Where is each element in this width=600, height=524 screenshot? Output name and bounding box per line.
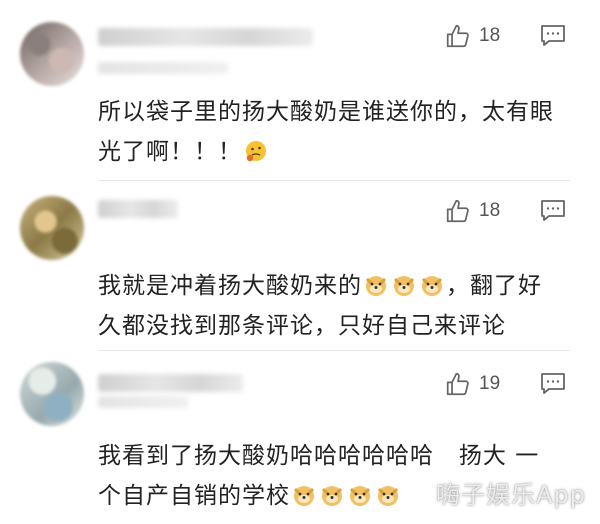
doge-icon — [393, 276, 415, 296]
like-button[interactable]: 19 — [445, 370, 500, 398]
thumbs-up-icon — [446, 199, 469, 223]
avatar[interactable] — [20, 196, 84, 260]
username-blurred[interactable] — [98, 28, 313, 46]
comment-text: 所以袋子里的扬大酸奶是谁送你的，太有眼光了啊！！！ — [98, 92, 568, 172]
like-button[interactable]: 18 — [445, 197, 500, 225]
comment-text: 我就是冲着扬大酸奶来的 ，翻了好 久都没找到那条评论，只好自己来评论 — [98, 266, 568, 346]
like-count: 19 — [479, 373, 501, 394]
doge-icon — [293, 486, 315, 506]
timestamp-blurred — [98, 62, 228, 74]
timestamp-blurred — [98, 396, 188, 408]
divider — [98, 180, 570, 181]
doge-icon — [365, 276, 387, 296]
doge-icon — [321, 486, 343, 506]
username-blurred[interactable] — [98, 374, 243, 392]
divider — [98, 350, 570, 351]
thumbs-up-icon — [446, 24, 469, 48]
comment-body-part: 久都没找到那条评论，只好自己来评论 — [98, 313, 506, 339]
doge-icon — [377, 486, 399, 506]
reply-comment-icon[interactable] — [540, 24, 566, 48]
username-blurred[interactable] — [98, 200, 178, 218]
doge-icon — [349, 486, 371, 506]
comment-body-part: 个自产自销的学校 — [98, 483, 290, 509]
comment-body-part: 我看到了扬大酸奶哈哈哈哈哈哈 扬大 一 — [98, 443, 540, 469]
doge-icon — [421, 276, 443, 296]
reply-comment-icon[interactable] — [540, 199, 566, 223]
like-count: 18 — [479, 25, 501, 46]
thinking-face-icon — [246, 141, 266, 162]
avatar[interactable] — [20, 22, 84, 86]
comment-body-part: ，翻了好 — [446, 273, 542, 299]
comment-body-part: 我就是冲着扬大酸奶来的 — [98, 273, 362, 299]
reply-comment-icon[interactable] — [540, 372, 566, 396]
comment-body: 所以袋子里的扬大酸奶是谁送你的，太有眼光了啊！！！ — [98, 99, 554, 165]
thumbs-up-icon — [446, 372, 469, 396]
like-count: 18 — [479, 200, 501, 221]
watermark: 嗨子娱乐App — [436, 481, 586, 509]
avatar[interactable] — [20, 362, 84, 426]
like-button[interactable]: 18 — [445, 22, 500, 50]
